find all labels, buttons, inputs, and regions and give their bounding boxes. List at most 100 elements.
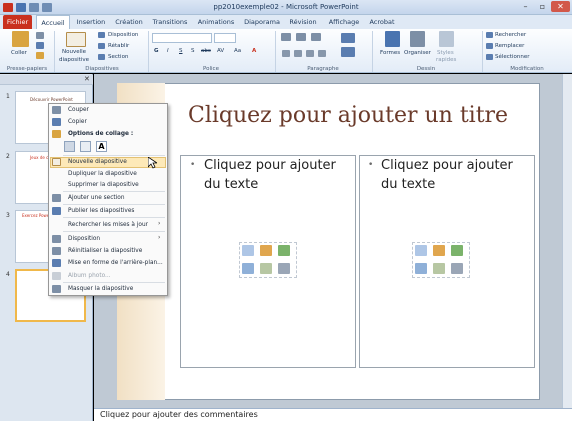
text-direction-icon[interactable] bbox=[341, 33, 355, 43]
layout-icon bbox=[98, 32, 105, 38]
tab-animations[interactable]: Animations bbox=[195, 15, 237, 29]
font-name-dropdown[interactable] bbox=[152, 33, 212, 43]
numbering-icon[interactable] bbox=[296, 33, 306, 41]
format-painter-icon[interactable] bbox=[36, 52, 44, 59]
select-button[interactable]: Sélectionner bbox=[495, 54, 529, 60]
redo-icon[interactable] bbox=[42, 3, 52, 12]
quick-styles-icon[interactable] bbox=[439, 31, 454, 47]
submenu-arrow-icon: › bbox=[158, 234, 161, 241]
picture-icon[interactable] bbox=[242, 263, 254, 274]
arrange-icon[interactable] bbox=[410, 31, 425, 47]
shapes-button[interactable]: Formes bbox=[380, 50, 400, 56]
strikethrough-button[interactable]: abc bbox=[201, 48, 211, 54]
window-title: pp2010exemple02 - Microsoft PowerPoint bbox=[213, 3, 359, 11]
cut-icon[interactable] bbox=[36, 32, 44, 39]
menu-separator bbox=[63, 282, 165, 283]
clipart-icon[interactable] bbox=[433, 263, 445, 274]
menu-separator bbox=[63, 191, 165, 192]
reset-icon bbox=[98, 43, 105, 49]
minimize-button[interactable]: – bbox=[517, 1, 534, 12]
paste-icon[interactable] bbox=[12, 31, 29, 47]
find-button[interactable]: Rechercher bbox=[495, 32, 526, 38]
smartart-insert-icon[interactable] bbox=[278, 245, 290, 256]
menu-item-duplicate-slide[interactable]: Dupliquer la diapositive bbox=[50, 169, 166, 180]
menu-item-copy[interactable]: Copier bbox=[50, 117, 166, 128]
tab-transitions[interactable]: Transitions bbox=[150, 15, 190, 29]
save-icon[interactable] bbox=[16, 3, 26, 12]
smartart-insert-icon[interactable] bbox=[451, 245, 463, 256]
menu-item-check-updates[interactable]: Rechercher les mises à jour bbox=[50, 220, 166, 231]
tab-diaporama[interactable]: Diaporama bbox=[243, 15, 281, 29]
menu-item-delete-slide[interactable]: Supprimer la diapositive bbox=[50, 180, 166, 191]
menu-item-add-section[interactable]: Ajouter une section bbox=[50, 193, 166, 204]
table-icon[interactable] bbox=[415, 245, 427, 256]
align-left-icon[interactable] bbox=[282, 50, 290, 57]
bullets-icon[interactable] bbox=[281, 33, 291, 41]
align-right-icon[interactable] bbox=[306, 50, 314, 57]
tab-affichage[interactable]: Affichage bbox=[326, 15, 362, 29]
chart-icon[interactable] bbox=[433, 245, 445, 256]
bold-button[interactable]: G bbox=[154, 48, 159, 54]
close-button[interactable]: ✕ bbox=[551, 1, 570, 12]
notes-placeholder: Cliquez pour ajouter des commentaires bbox=[100, 410, 258, 419]
undo-icon[interactable] bbox=[29, 3, 39, 12]
layout-button[interactable]: Disposition bbox=[108, 32, 138, 38]
paste-button[interactable]: Coller bbox=[11, 50, 27, 56]
paste-use-destination-theme-icon[interactable] bbox=[64, 141, 75, 152]
font-color-button[interactable]: A bbox=[252, 48, 256, 54]
menu-item-hide-slide[interactable]: Masquer la diapositive bbox=[50, 284, 166, 295]
tab-revision[interactable]: Révision bbox=[286, 15, 320, 29]
menu-item-layout[interactable]: Disposition bbox=[50, 234, 166, 245]
media-icon[interactable] bbox=[278, 263, 290, 274]
vertical-scrollbar[interactable] bbox=[562, 74, 572, 408]
group-label-editing: Modification bbox=[510, 66, 544, 72]
section-button[interactable]: Section bbox=[108, 54, 128, 60]
chart-icon[interactable] bbox=[260, 245, 272, 256]
paste-text-only-icon[interactable]: A bbox=[96, 141, 107, 152]
paste-keep-formatting-icon[interactable] bbox=[80, 141, 91, 152]
smartart-icon[interactable] bbox=[341, 47, 355, 57]
align-center-icon[interactable] bbox=[294, 50, 302, 57]
ribbon-separator bbox=[372, 31, 373, 72]
shadow-button[interactable]: S bbox=[191, 48, 195, 54]
new-slide-icon[interactable] bbox=[66, 32, 86, 47]
tab-accueil[interactable]: Accueil bbox=[36, 15, 70, 29]
font-size-dropdown[interactable] bbox=[214, 33, 236, 43]
picture-icon[interactable] bbox=[415, 263, 427, 274]
menu-item-publish-slides[interactable]: Publier les diapositives bbox=[50, 206, 166, 217]
tab-insertion[interactable]: Insertion bbox=[73, 15, 109, 29]
menu-item-photo-album[interactable]: Album photo... bbox=[50, 271, 166, 282]
menu-item-format-background[interactable]: Mise en forme de l'arrière-plan... bbox=[50, 258, 166, 269]
tab-fichier[interactable]: Fichier bbox=[3, 15, 32, 29]
maximize-button[interactable]: ▫ bbox=[534, 1, 551, 12]
shapes-icon[interactable] bbox=[385, 31, 400, 47]
table-icon[interactable] bbox=[242, 245, 254, 256]
indent-icon[interactable] bbox=[311, 33, 321, 41]
tab-acrobat[interactable]: Acrobat bbox=[367, 15, 397, 29]
close-pane-icon[interactable]: ✕ bbox=[84, 75, 90, 83]
menu-item-reset-slide[interactable]: Réinitialiser la diapositive bbox=[50, 246, 166, 257]
change-case-button[interactable]: Aa bbox=[234, 48, 241, 54]
tab-creation[interactable]: Création bbox=[113, 15, 145, 29]
new-slide-button[interactable]: Nouvelle bbox=[62, 49, 86, 55]
arrange-button[interactable]: Organiser bbox=[404, 50, 431, 56]
quick-styles-button[interactable]: Styles bbox=[437, 50, 454, 56]
clipart-icon[interactable] bbox=[260, 263, 272, 274]
replace-icon bbox=[486, 43, 493, 49]
replace-button[interactable]: Remplacer bbox=[495, 43, 524, 49]
copy-icon[interactable] bbox=[36, 42, 44, 49]
quick-styles-button-line2[interactable]: rapides bbox=[436, 57, 456, 63]
underline-button[interactable]: S bbox=[179, 48, 183, 54]
menu-item-cut[interactable]: Couper bbox=[50, 105, 166, 116]
justify-icon[interactable] bbox=[318, 50, 326, 57]
ribbon-separator bbox=[482, 31, 483, 72]
italic-button[interactable]: I bbox=[167, 48, 169, 54]
powerpoint-logo-icon[interactable] bbox=[3, 3, 13, 12]
menu-separator bbox=[63, 155, 165, 156]
media-icon[interactable] bbox=[451, 263, 463, 274]
reset-button[interactable]: Rétablir bbox=[108, 43, 129, 49]
new-slide-button-line2[interactable]: diapositive bbox=[59, 57, 89, 63]
ribbon-separator bbox=[148, 31, 149, 72]
char-spacing-button[interactable]: AV bbox=[217, 48, 224, 54]
title-placeholder[interactable]: Cliquez pour ajouter un titre bbox=[188, 103, 508, 128]
